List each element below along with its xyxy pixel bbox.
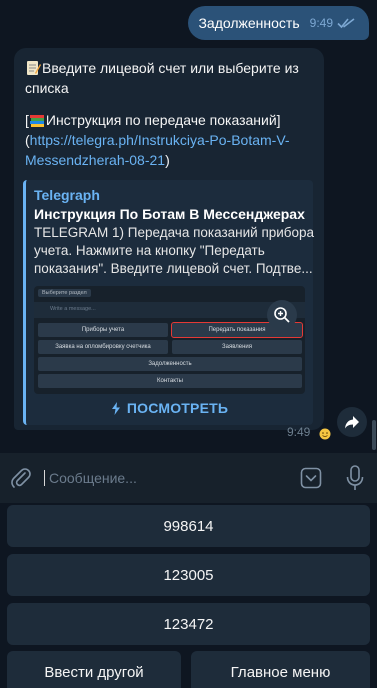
incoming-message-time: 9:49 [287, 425, 311, 439]
instruction-line: [ Инструкция по передаче показаний] [25, 110, 312, 130]
link-line-1: (https://telegra.ph/Instrukciya-Po-Botam… [25, 130, 312, 150]
link-paren-close: ) [165, 152, 170, 168]
keyboard-button-account-2[interactable]: 123005 [7, 554, 370, 596]
instruction-label: Инструкция по передаче показаний] [45, 112, 281, 128]
keyboard-button-account-1[interactable]: 998614 [7, 505, 370, 547]
outgoing-message[interactable]: Задолженность 9:49 [188, 6, 369, 40]
books-emoji-icon [29, 115, 44, 127]
preview-description-line1: TELEGRAM 1) Передача показаний прибора [34, 225, 315, 240]
smile-reaction-icon[interactable] [319, 428, 331, 440]
incoming-message[interactable]: Введите лицевой счет или выберите из спи… [14, 48, 324, 430]
outgoing-message-text: Задолженность [198, 15, 300, 31]
share-button[interactable] [337, 407, 367, 437]
zoom-button[interactable] [267, 300, 297, 330]
view-button[interactable]: ПОСМОТРЕТЬ [26, 391, 313, 425]
preview-image-button: Контакты [38, 374, 302, 388]
share-arrow-icon [345, 416, 359, 429]
double-check-icon [337, 18, 355, 29]
message-line: Введите лицевой счет или выберите из [25, 58, 312, 78]
message-text-line2: списка [25, 80, 69, 96]
chat-area: Задолженность 9:49 Введите лицевой счет … [0, 0, 377, 453]
keyboard-button-enter-other[interactable]: Ввести другой [7, 651, 181, 688]
paperclip-icon[interactable] [10, 467, 32, 489]
preview-image-input-placeholder: Write a message... [50, 306, 96, 312]
preview-title: Инструкция По Ботам В Мессенджерах [34, 206, 305, 222]
message-text-line1: Введите лицевой счет или выберите из [42, 60, 299, 76]
keyboard-button-account-3[interactable]: 123472 [7, 603, 370, 645]
preview-site-name: Telegraph [34, 187, 100, 203]
message-composer: Сообщение... [0, 453, 377, 503]
text-caret [44, 470, 45, 486]
instruction-link-cont[interactable]: Messendzherah-08-21 [25, 152, 165, 168]
preview-image-button: Задолженность [38, 357, 302, 371]
preview-image-button: Приборы учета [38, 323, 168, 337]
preview-image-header: Выберите раздел [38, 289, 91, 297]
preview-image[interactable]: Выберите раздел Write a message... Прибо… [34, 286, 305, 394]
link-line-2: Messendzherah-08-21) [25, 150, 312, 170]
memo-emoji-icon [27, 61, 41, 75]
preview-image-button: Заявления [172, 340, 302, 354]
scrollbar[interactable] [372, 420, 376, 450]
outgoing-message-time: 9:49 [309, 16, 333, 30]
microphone-icon[interactable] [346, 465, 364, 491]
zoom-in-icon [274, 307, 290, 323]
preview-image-button: Заявка на опломбировку счетчика [38, 340, 168, 354]
preview-image-input: Write a message... [34, 302, 305, 318]
message-input-placeholder: Сообщение... [49, 470, 137, 486]
bot-keyboard-toggle-icon[interactable] [300, 467, 322, 489]
bot-reply-keyboard: 998614 123005 123472 Ввести другой Главн… [0, 503, 377, 688]
preview-description-line2: учета. Нажмите на кнопку "Передать [34, 243, 265, 258]
preview-description-line3: показания". Введите лицевой счет. Подтве… [34, 261, 313, 276]
view-button-label: ПОСМОТРЕТЬ [126, 400, 229, 416]
message-input[interactable]: Сообщение... [44, 465, 284, 491]
link-preview[interactable]: Telegraph Инструкция По Ботам В Мессендж… [23, 180, 315, 425]
keyboard-button-main-menu[interactable]: Главное меню [191, 651, 370, 688]
instruction-link[interactable]: https://telegra.ph/Instrukciya-Po-Botam-… [30, 132, 290, 148]
lightning-icon [111, 401, 120, 415]
